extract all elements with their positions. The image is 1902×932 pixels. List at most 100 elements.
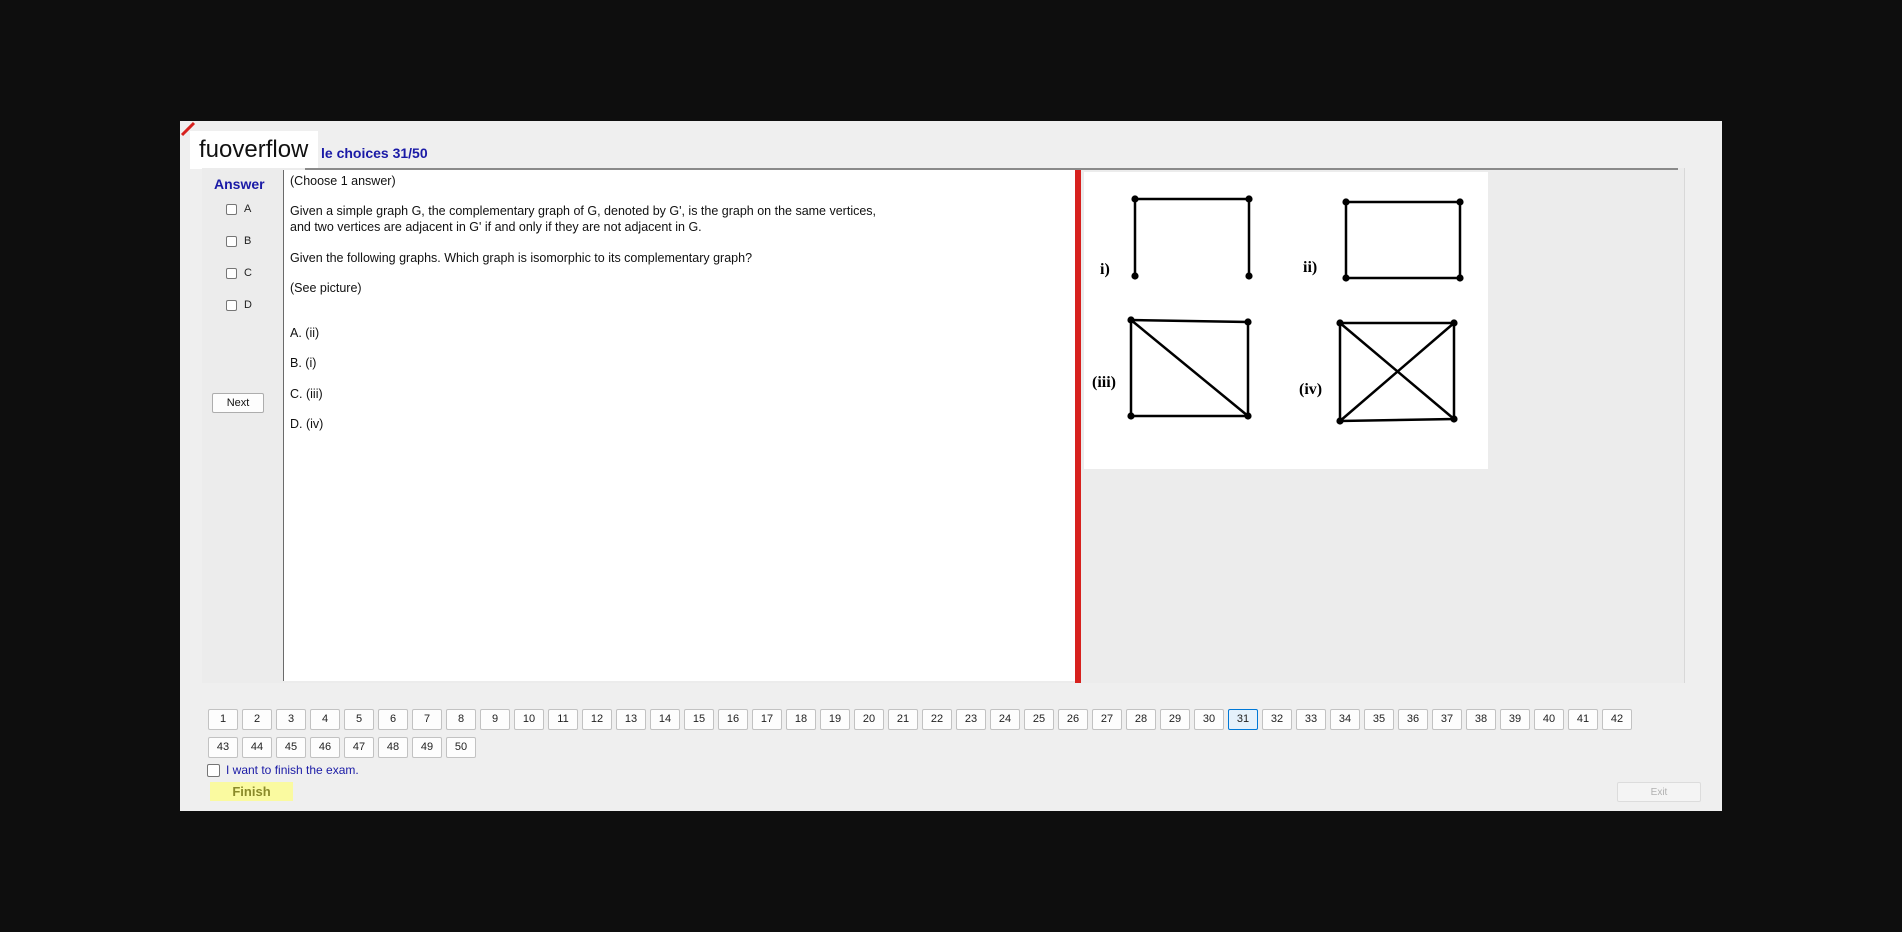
question-nav-button[interactable]: 48	[378, 737, 408, 758]
question-nav-button[interactable]: 32	[1262, 709, 1292, 730]
question-nav-button[interactable]: 45	[276, 737, 306, 758]
vertex	[1244, 318, 1252, 326]
question-nav-button[interactable]: 2	[242, 709, 272, 730]
question-nav-button[interactable]: 17	[752, 709, 782, 730]
question-nav-button[interactable]: 24	[990, 709, 1020, 730]
question-nav-button[interactable]: 23	[956, 709, 986, 730]
vertex	[1342, 274, 1350, 282]
answer-option-label: A	[244, 203, 252, 215]
answer-option-label: B	[244, 235, 252, 247]
graph-iii-edges	[1129, 318, 1250, 418]
finish-button[interactable]: Finish	[210, 782, 293, 801]
question-nav-button[interactable]: 16	[718, 709, 748, 730]
question-line: Given the following graphs. Which graph …	[290, 251, 753, 265]
question-line: (Choose 1 answer)	[290, 174, 396, 188]
question-nav-button[interactable]: 34	[1330, 709, 1360, 730]
checkbox-a[interactable]	[226, 203, 237, 215]
question-nav-button[interactable]: 31	[1228, 709, 1258, 730]
exit-button[interactable]: Exit	[1617, 782, 1701, 802]
question-nav-button[interactable]: 50	[446, 737, 476, 758]
question-line: (See picture)	[290, 281, 362, 295]
vertex	[1456, 274, 1464, 282]
vertex	[1131, 272, 1139, 280]
checkbox-c[interactable]	[226, 267, 237, 279]
answer-option-a[interactable]: A	[226, 203, 251, 215]
graph-i-edges	[1133, 197, 1251, 278]
question-nav-button[interactable]: 13	[616, 709, 646, 730]
question-nav-button[interactable]: 33	[1296, 709, 1326, 730]
vertex	[1131, 195, 1139, 203]
question-nav-button[interactable]: 22	[922, 709, 952, 730]
question-panel: Answer A B C D Next (Choose 1 answer) Gi…	[202, 168, 1685, 683]
question-nav-button[interactable]: 9	[480, 709, 510, 730]
answer-option-b[interactable]: B	[226, 235, 251, 247]
vertex	[1336, 319, 1344, 327]
question-nav-button[interactable]: 12	[582, 709, 612, 730]
question-text-area[interactable]: (Choose 1 answer) Given a simple graph G…	[283, 170, 1076, 681]
vertex	[1127, 412, 1135, 420]
question-nav-button[interactable]: 3	[276, 709, 306, 730]
vertex	[1127, 316, 1135, 324]
question-nav-button[interactable]: 37	[1432, 709, 1462, 730]
vertex	[1336, 417, 1344, 425]
question-nav-button[interactable]: 46	[310, 737, 340, 758]
answer-option-label: C	[244, 267, 252, 279]
question-line: and two vertices are adjacent in G' if a…	[290, 220, 702, 234]
question-nav-button[interactable]: 18	[786, 709, 816, 730]
next-button[interactable]: Next	[212, 393, 264, 413]
finish-exam-checkbox-row[interactable]: I want to finish the exam.	[207, 763, 359, 777]
question-nav-button[interactable]: 39	[1500, 709, 1530, 730]
question-nav-button[interactable]: 30	[1194, 709, 1224, 730]
question-nav-button[interactable]: 11	[548, 709, 578, 730]
question-nav-button[interactable]: 38	[1466, 709, 1496, 730]
graph-label-ii: ii)	[1303, 259, 1317, 276]
question-nav-button[interactable]: 44	[242, 737, 272, 758]
question-nav-button[interactable]: 49	[412, 737, 442, 758]
checkbox-b[interactable]	[226, 235, 237, 247]
choice-line: D. (iv)	[290, 417, 324, 431]
question-nav-button[interactable]: 15	[684, 709, 714, 730]
question-nav-button[interactable]: 29	[1160, 709, 1190, 730]
question-nav-button[interactable]: 41	[1568, 709, 1598, 730]
answer-option-label: D	[244, 299, 252, 311]
question-nav-button[interactable]: 1	[208, 709, 238, 730]
page-title: le choices 31/50	[321, 145, 428, 161]
question-nav-button[interactable]: 7	[412, 709, 442, 730]
answer-option-d[interactable]: D	[226, 299, 252, 311]
question-nav-button[interactable]: 40	[1534, 709, 1564, 730]
question-nav-button[interactable]: 42	[1602, 709, 1632, 730]
graph-iv-edges	[1338, 321, 1456, 423]
vertex	[1450, 319, 1458, 327]
question-nav-button[interactable]: 14	[650, 709, 680, 730]
question-nav-button[interactable]: 43	[208, 737, 238, 758]
question-nav-button[interactable]: 27	[1092, 709, 1122, 730]
answer-option-c[interactable]: C	[226, 267, 252, 279]
question-nav-button[interactable]: 6	[378, 709, 408, 730]
question-nav-button[interactable]: 21	[888, 709, 918, 730]
graph-label-i: i)	[1100, 261, 1110, 278]
answer-label: Answer	[214, 176, 265, 192]
question-nav-button[interactable]: 35	[1364, 709, 1394, 730]
finish-exam-label: I want to finish the exam.	[226, 763, 359, 777]
question-nav-button[interactable]: 20	[854, 709, 884, 730]
question-nav-button[interactable]: 19	[820, 709, 850, 730]
question-nav-button[interactable]: 26	[1058, 709, 1088, 730]
question-nav-button[interactable]: 10	[514, 709, 544, 730]
vertex	[1245, 272, 1253, 280]
finish-exam-checkbox[interactable]	[207, 763, 220, 777]
question-nav-button[interactable]: 47	[344, 737, 374, 758]
question-nav-button[interactable]: 28	[1126, 709, 1156, 730]
logo: fuoverflow	[190, 131, 318, 169]
choice-line: B. (i)	[290, 356, 317, 370]
graph-label-iv: (iv)	[1299, 381, 1322, 398]
question-nav-button[interactable]: 5	[344, 709, 374, 730]
question-nav-button[interactable]: 25	[1024, 709, 1054, 730]
vertex	[1245, 195, 1253, 203]
question-nav-button[interactable]: 8	[446, 709, 476, 730]
question-nav-button[interactable]: 36	[1398, 709, 1428, 730]
vertex	[1244, 412, 1252, 420]
checkbox-d[interactable]	[226, 299, 237, 311]
question-nav-button[interactable]: 4	[310, 709, 340, 730]
vertex	[1456, 198, 1464, 206]
panel-splitter[interactable]	[1075, 170, 1081, 683]
